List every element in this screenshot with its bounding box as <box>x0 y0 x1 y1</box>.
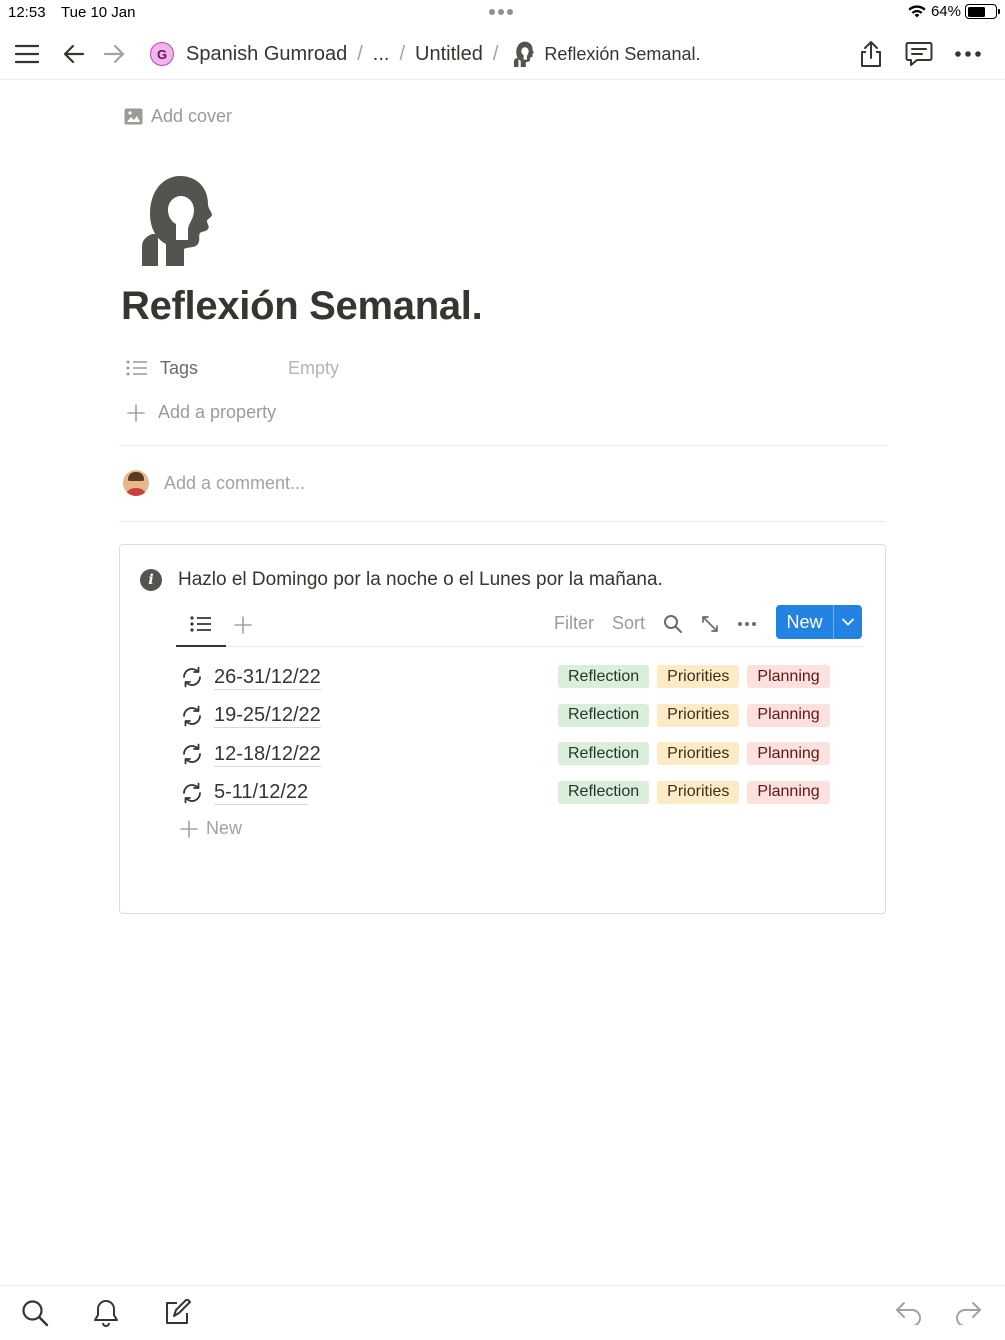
tag-priorities: Priorities <box>657 780 740 804</box>
tag-reflection: Reflection <box>558 780 650 804</box>
tag-planning: Planning <box>747 742 830 765</box>
add-cover-button[interactable]: Add cover <box>124 106 232 127</box>
database-toolbar: Filter Sort New <box>176 603 864 647</box>
add-row-button[interactable]: New <box>180 818 242 839</box>
head-silhouette-icon <box>514 41 535 67</box>
multi-select-icon <box>126 360 147 376</box>
recurring-sync-icon <box>180 665 204 689</box>
search-icon[interactable] <box>662 613 684 635</box>
database-list: 26-31/12/22 Reflection Priorities Planning 1… <box>180 658 864 812</box>
property-row-tags[interactable]: Tags Empty <box>126 354 886 382</box>
recurring-sync-icon <box>180 704 204 728</box>
tag-planning: Planning <box>747 780 830 804</box>
notifications-bell-icon[interactable] <box>91 1298 121 1328</box>
recurring-sync-icon <box>180 742 204 766</box>
add-row-label: New <box>206 818 243 838</box>
list-item[interactable]: 5-11/12/22 Reflection Priorities Planning <box>180 774 864 813</box>
tag-group: Reflection Priorities Planning <box>558 703 830 727</box>
workspace-icon[interactable]: G <box>150 42 174 66</box>
tag-priorities: Priorities <box>657 703 740 727</box>
search-icon[interactable] <box>20 1298 50 1328</box>
list-item-title[interactable]: 19-25/12/22 <box>214 703 321 729</box>
status-indicators: 64% <box>907 3 1000 20</box>
forward-arrow-icon[interactable] <box>96 36 132 72</box>
property-label: Tags <box>160 357 199 378</box>
add-property-button[interactable]: Add a property <box>126 402 276 423</box>
tag-reflection: Reflection <box>558 665 650 688</box>
battery-icon <box>965 4 1000 19</box>
list-item-title[interactable]: 26-31/12/22 <box>214 665 321 690</box>
callout-block: i Hazlo el Domingo por la noche o el Lun… <box>119 544 886 914</box>
breadcrumb-parent[interactable]: Untitled <box>415 43 483 66</box>
tag-planning: Planning <box>747 665 830 688</box>
list-item[interactable]: 19-25/12/22 Reflection Priorities Planning <box>180 697 864 736</box>
plus-icon <box>127 403 145 422</box>
sidebar-menu-icon[interactable] <box>9 36 45 72</box>
status-time: 12:53 <box>8 4 46 21</box>
tag-priorities: Priorities <box>657 742 740 765</box>
filter-button[interactable]: Filter <box>554 613 594 634</box>
tab-list-view[interactable] <box>176 603 226 647</box>
new-button[interactable]: New <box>776 605 862 639</box>
breadcrumb-separator: / <box>399 42 405 65</box>
breadcrumb-current-page[interactable]: Reflexión Semanal. <box>544 44 700 65</box>
chevron-down-icon[interactable] <box>833 605 862 639</box>
tag-reflection: Reflection <box>558 742 650 765</box>
top-navigation-bar: G Spanish Gumroad / ... / Untitled / Ref… <box>0 28 1005 80</box>
info-icon[interactable]: i <box>140 569 162 591</box>
list-item-title[interactable]: 12-18/12/22 <box>214 742 321 767</box>
page-title[interactable]: Reflexión Semanal. <box>121 284 483 329</box>
back-arrow-icon[interactable] <box>56 36 92 72</box>
divider <box>119 521 886 522</box>
redo-icon[interactable] <box>953 1298 983 1328</box>
expand-icon[interactable] <box>699 613 721 635</box>
comment-bar[interactable]: Add a comment... <box>123 470 305 496</box>
multitasking-dots-icon[interactable] <box>489 9 513 15</box>
list-item[interactable]: 12-18/12/22 Reflection Priorities Planning <box>180 735 864 774</box>
breadcrumb-separator: / <box>492 42 499 65</box>
comment-input[interactable]: Add a comment... <box>164 473 305 494</box>
avatar <box>123 470 149 496</box>
comments-icon[interactable] <box>901 36 937 72</box>
sort-button[interactable]: Sort <box>612 613 645 634</box>
list-view-icon <box>190 616 211 632</box>
divider <box>119 445 886 446</box>
breadcrumb-separator: / <box>357 42 363 65</box>
tag-group: Reflection Priorities Planning <box>558 780 830 804</box>
callout-text[interactable]: Hazlo el Domingo por la noche o el Lunes… <box>178 569 663 591</box>
more-options-icon[interactable] <box>736 613 758 635</box>
tag-planning: Planning <box>747 703 830 727</box>
add-property-label: Add a property <box>158 402 277 422</box>
new-page-compose-icon[interactable] <box>162 1298 192 1328</box>
more-options-icon[interactable] <box>950 36 986 72</box>
recurring-sync-icon <box>180 781 204 805</box>
tag-group: Reflection Priorities Planning <box>558 742 830 765</box>
list-item[interactable]: 26-31/12/22 Reflection Priorities Planning <box>180 658 864 697</box>
bottom-toolbar <box>0 1285 1005 1340</box>
image-icon <box>124 108 143 125</box>
status-bar: 12:53 Tue 10 Jan 64% <box>0 0 1005 26</box>
breadcrumb-ellipsis[interactable]: ... <box>373 43 390 66</box>
tag-reflection: Reflection <box>558 703 650 727</box>
tag-group: Reflection Priorities Planning <box>558 665 830 688</box>
breadcrumb: G Spanish Gumroad / ... / Untitled / Ref… <box>150 38 700 70</box>
list-item-title[interactable]: 5-11/12/22 <box>214 780 309 806</box>
property-value[interactable]: Empty <box>288 358 339 379</box>
add-cover-label: Add cover <box>151 106 233 126</box>
undo-icon[interactable] <box>894 1298 924 1328</box>
add-view-icon[interactable] <box>231 613 255 637</box>
property-name[interactable]: Tags <box>126 358 288 379</box>
battery-percent: 64% <box>930 3 961 20</box>
wifi-icon <box>908 5 926 18</box>
share-icon[interactable] <box>853 36 889 72</box>
status-date: Tue 10 Jan <box>61 4 136 21</box>
breadcrumb-workspace[interactable]: Spanish Gumroad <box>186 43 347 66</box>
tag-priorities: Priorities <box>657 665 740 688</box>
plus-icon <box>180 819 198 838</box>
new-button-label[interactable]: New <box>776 605 833 639</box>
head-silhouette-icon[interactable] <box>136 174 212 266</box>
